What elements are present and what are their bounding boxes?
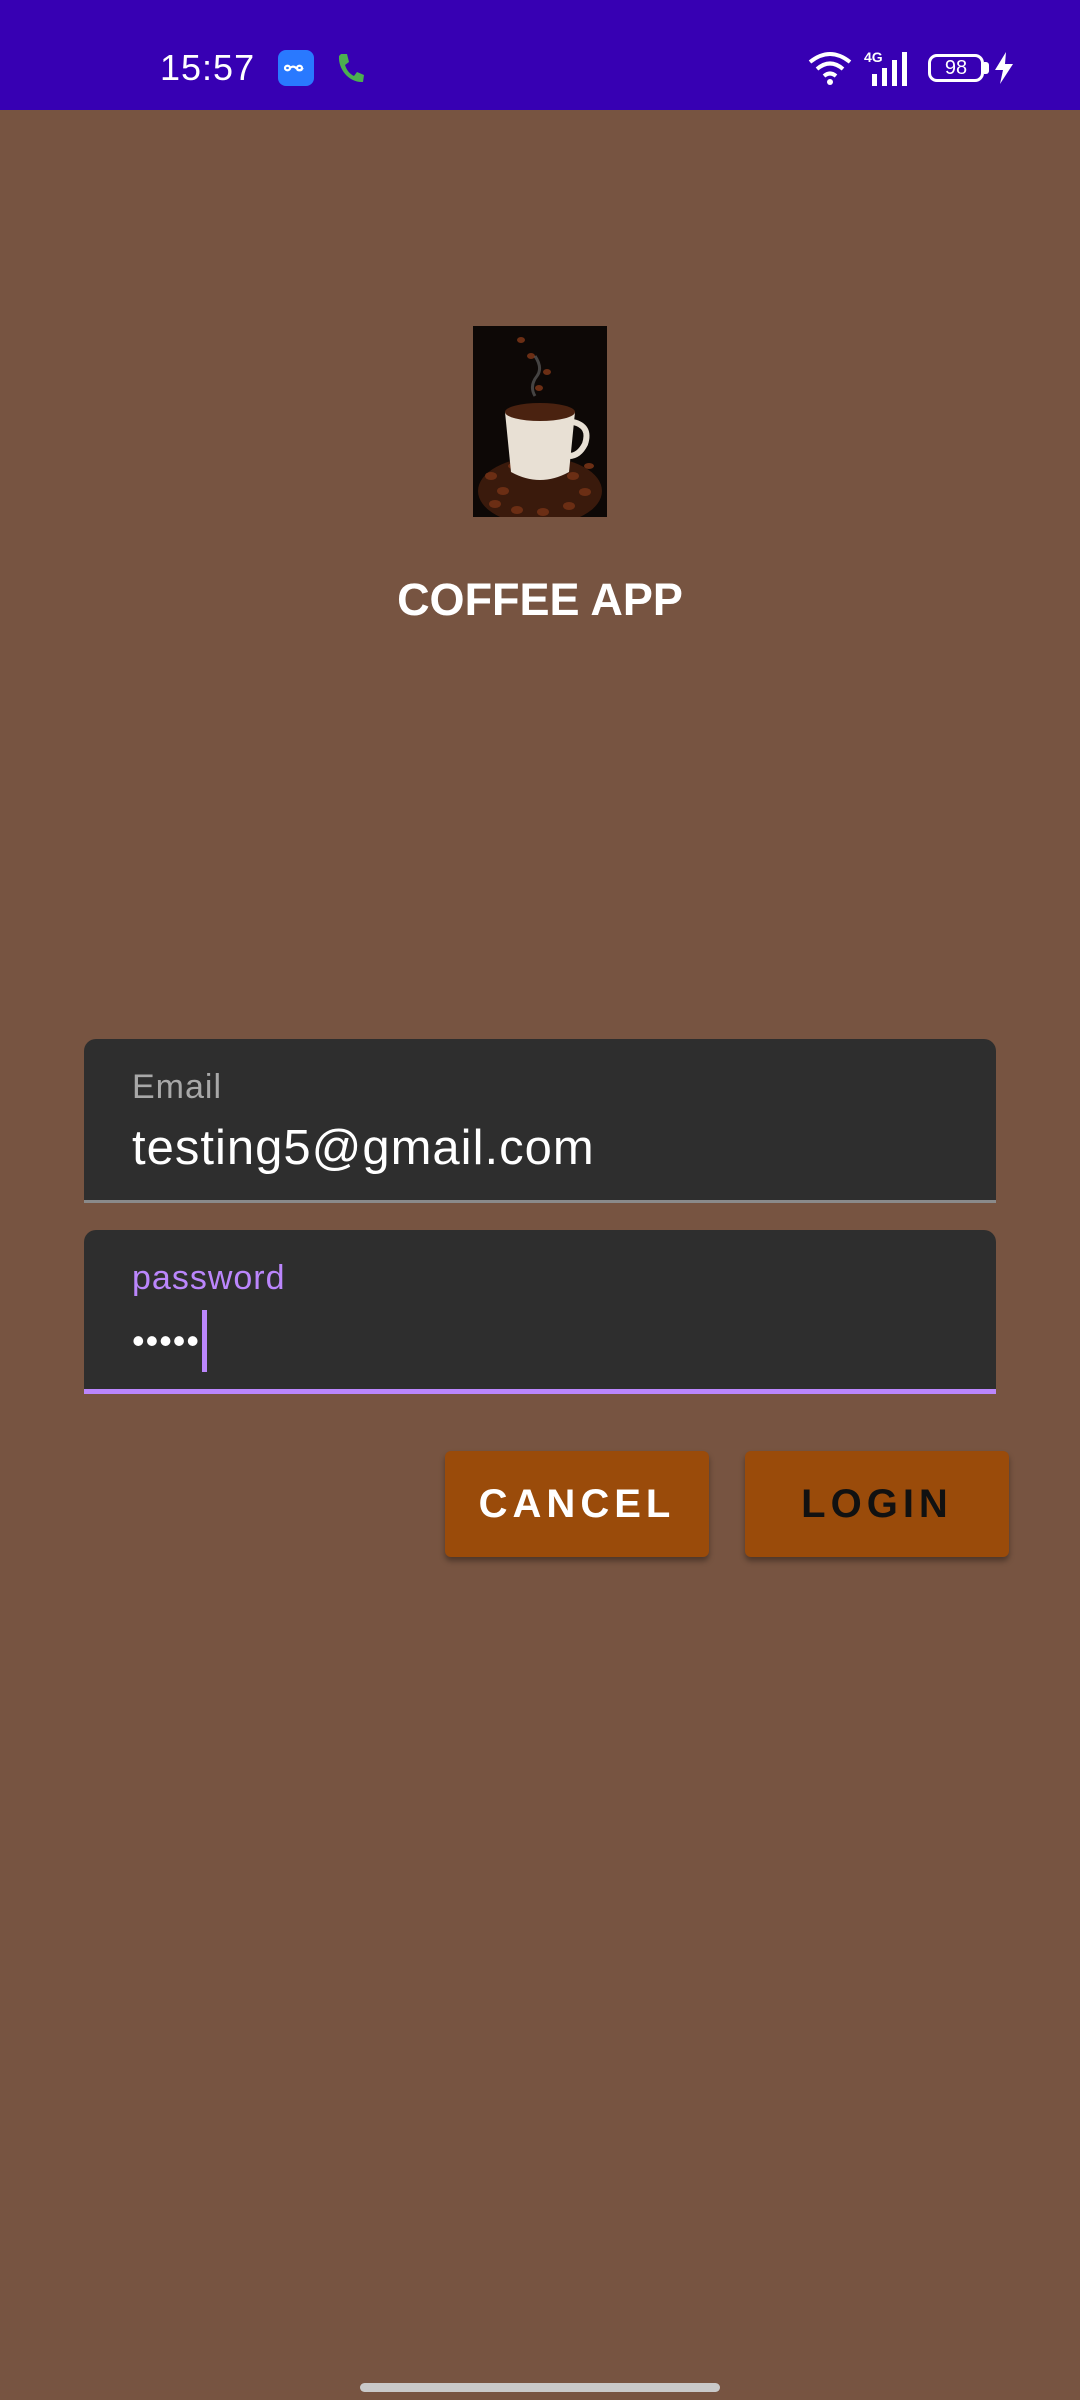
password-field[interactable]: password ••••• xyxy=(84,1230,996,1394)
infinity-app-icon xyxy=(278,50,314,86)
status-time: 15:57 xyxy=(160,47,256,88)
email-input[interactable]: testing5@gmail.com xyxy=(132,1119,595,1177)
password-input[interactable]: ••••• xyxy=(132,1310,208,1372)
battery-icon: 98 xyxy=(928,54,984,82)
status-bar: 15:57 4G 98 xyxy=(0,0,1080,110)
cellular-signal-icon: 4G xyxy=(864,48,912,88)
home-indicator[interactable] xyxy=(360,2383,720,2392)
email-field[interactable]: Email testing5@gmail.com xyxy=(84,1039,996,1203)
cancel-button[interactable]: CANCEL xyxy=(445,1451,709,1557)
app-title: COFFEE APP xyxy=(397,574,683,625)
phone-icon xyxy=(334,50,366,86)
coffee-cup-image xyxy=(473,326,607,517)
email-label: Email xyxy=(132,1068,223,1106)
wifi-icon xyxy=(808,50,852,86)
text-cursor xyxy=(202,1310,208,1372)
password-masked-value: ••••• xyxy=(132,1320,201,1361)
login-button[interactable]: LOGIN xyxy=(745,1451,1009,1557)
svg-text:4G: 4G xyxy=(864,49,883,65)
battery-tip xyxy=(984,62,989,74)
charging-bolt-icon xyxy=(992,50,1016,86)
password-label: password xyxy=(132,1259,286,1297)
